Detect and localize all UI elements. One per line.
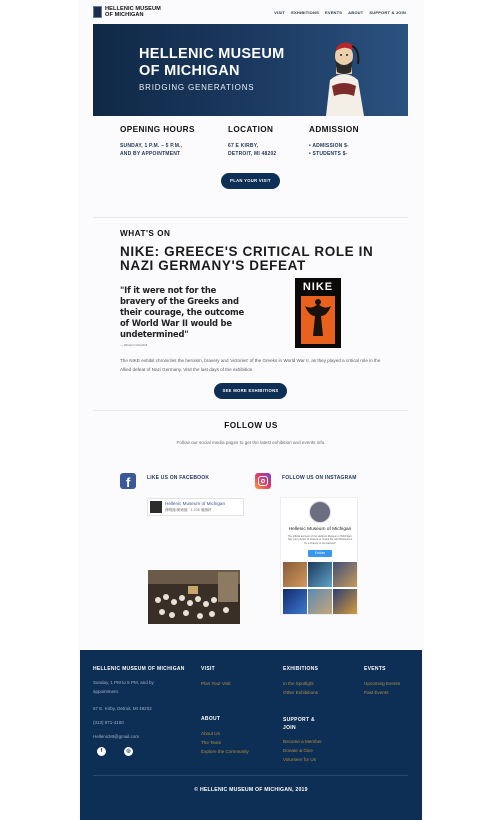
nike-exhibit-poster[interactable]: NIKE [295, 278, 341, 348]
footer-support-heading-line-1: SUPPORT & [283, 717, 315, 723]
opening-hours-line-2: AND BY APPOINTMENT [120, 150, 181, 157]
instagram-post-5[interactable] [308, 588, 332, 614]
footer-email[interactable]: HellenicMI@gmail.com [93, 731, 139, 743]
poster-figure-image [301, 296, 335, 344]
footer-hours: Sunday, 1 PM to 5 PM, and by appointment… [93, 680, 154, 694]
instagram-post-3[interactable] [333, 562, 357, 588]
facebook-label[interactable]: LIKE US ON FACEBOOK [147, 475, 209, 481]
footer-link-other-exhibitions[interactable]: Other Exhibitions [283, 688, 318, 697]
footer-support-heading-line-2: JOIN [283, 725, 296, 731]
follow-us-heading: FOLLOW US [224, 421, 278, 430]
footer-link-become-member[interactable]: Become a Member [283, 737, 322, 746]
facebook-icon[interactable]: f [120, 473, 136, 490]
instagram-post-2[interactable] [308, 562, 332, 588]
admission-line-1: • ADMISSION $- [309, 143, 349, 149]
footer-link-donate-give[interactable]: Donate & Give [283, 746, 313, 755]
instagram-post-1[interactable] [283, 562, 307, 588]
see-more-exhibitions-button[interactable]: SEE MORE EXHIBITIONS [214, 383, 287, 399]
logo-line-2: OF MICHIGAN [105, 12, 144, 18]
plan-your-visit-button[interactable]: PLAN YOUR VISIT [221, 173, 280, 189]
banner-subtitle: BRIDGING GENERATIONS [139, 83, 255, 92]
footer-link-plan-your-visit[interactable]: Plan Your Visit [201, 679, 231, 688]
opening-hours-heading: OPENING HOURS [120, 125, 195, 134]
footer-link-upcoming-events[interactable]: Upcoming Events [364, 679, 400, 688]
location-heading: LOCATION [228, 125, 274, 134]
footer-visit-heading: VISIT [201, 666, 216, 672]
exhibit-title[interactable]: NIKE: GREECE'S CRITICAL ROLE IN NAZI GER… [120, 245, 380, 273]
facebook-page-name: Hellenic Museum of Michigan [165, 501, 225, 506]
opening-hours-block: OPENING HOURS SUNDAY, 1 P.M. – 5 P.M., A… [120, 125, 195, 158]
section-divider [93, 410, 408, 411]
instagram-post-4[interactable] [283, 588, 307, 614]
site-logo[interactable]: HELLENIC MUSEUM OF MICHIGAN [93, 6, 161, 18]
follow-us-text: Follow our social media pages to get the… [176, 440, 326, 445]
footer-link-about-us[interactable]: About Us [201, 729, 220, 738]
instagram-post-6[interactable] [333, 588, 357, 614]
instagram-avatar [309, 501, 331, 523]
location-line-2: DETROIT, MI 48202 [228, 150, 277, 157]
footer-link-in-the-spotlight[interactable]: In the Spotlight [283, 679, 314, 688]
footer-link-volunteer[interactable]: Volunteer for Us [283, 755, 316, 764]
instagram-account-name: Hellenic Museum of Michigan [288, 527, 352, 532]
nav-about[interactable]: ABOUT [348, 10, 363, 15]
nav-exhibitions[interactable]: EXHIBITIONS [291, 10, 319, 15]
nav-support-join[interactable]: SUPPORT & JOIN [369, 10, 406, 15]
admission-block: ADMISSION • ADMISSION $- • STUDENTS $- [309, 125, 359, 158]
footer-exhibitions-heading: EXHIBITIONS [283, 666, 319, 672]
site-footer: HELLENIC MUSEUM OF MICHIGAN Sunday, 1 PM… [80, 650, 422, 820]
footer-link-the-team[interactable]: The Team [201, 738, 221, 747]
footer-phone: (313) 871-4100 [93, 720, 124, 725]
banner-title: HELLENIC MUSEUM OF MICHIGAN [139, 46, 284, 80]
footer-brand-heading: HELLENIC MUSEUM OF MICHIGAN [93, 666, 185, 672]
section-divider [93, 217, 408, 218]
location-line-1: 67 E KIRBY, [228, 143, 259, 149]
evzone-figure-illustration [326, 42, 364, 116]
logo-mark-icon [93, 6, 102, 18]
footer-copyright: © HELLENIC MUSEUM OF MICHIGAN, 2019 [194, 787, 308, 793]
site-header: HELLENIC MUSEUM OF MICHIGAN VISIT EXHIBI… [80, 0, 422, 24]
location-block: LOCATION 67 E KIRBY, DETROIT, MI 48202 [228, 125, 276, 158]
footer-divider [93, 775, 408, 776]
instagram-bio: The official account of the Hellenic Mus… [287, 535, 353, 545]
footer-about-heading: ABOUT [201, 716, 221, 722]
poster-title: NIKE [302, 281, 334, 293]
footer-link-explore-community[interactable]: Explore the Community [201, 747, 249, 756]
exhibit-description: The NIKE exhibit chronicles the heroism,… [120, 358, 381, 372]
whats-on-heading: WHAT'S ON [120, 229, 171, 238]
quote-attribution: — Winston Churchill [120, 343, 148, 347]
instagram-label[interactable]: FOLLOW US ON INSTAGRAM [282, 475, 357, 481]
opening-hours-line-1: SUNDAY, 1 P.M. – 5 P.M., [120, 143, 183, 149]
instagram-photo-grid [283, 562, 357, 614]
facebook-page-avatar [150, 501, 162, 513]
facebook-page-widget[interactable]: Hellenic Museum of Michigan 博物館/美術館 · 1,… [147, 498, 244, 516]
nav-events[interactable]: EVENTS [325, 10, 342, 15]
admission-heading: ADMISSION [309, 125, 359, 134]
facebook-cover-photo[interactable] [148, 570, 240, 624]
main-nav: VISIT EXHIBITIONS EVENTS ABOUT SUPPORT &… [274, 10, 406, 15]
footer-instagram-icon[interactable]: ◎ [124, 747, 133, 756]
footer-link-past-events[interactable]: Past Events [364, 688, 389, 697]
hero-banner: HELLENIC MUSEUM OF MICHIGAN BRIDGING GEN… [93, 24, 408, 116]
instagram-follow-button[interactable]: Follow [308, 550, 332, 557]
facebook-page-meta: 博物館/美術館 · 1,235 個讚好 [165, 508, 212, 512]
instagram-feed-widget[interactable]: Hellenic Museum of Michigan The official… [280, 497, 358, 615]
banner-title-line-1: HELLENIC MUSEUM [139, 46, 285, 62]
nav-visit[interactable]: VISIT [274, 10, 285, 15]
instagram-icon[interactable] [255, 473, 271, 489]
banner-title-line-2: OF MICHIGAN [139, 63, 240, 79]
footer-support-heading: SUPPORT & JOIN [283, 716, 315, 732]
admission-line-2: • STUDENTS $- [309, 150, 348, 157]
footer-facebook-icon[interactable]: f [97, 747, 106, 756]
page-container: HELLENIC MUSEUM OF MICHIGAN VISIT EXHIBI… [80, 0, 422, 820]
churchill-quote: "If it were not for the bravery of the G… [120, 285, 245, 339]
footer-address: 67 E. Kirby, Detroit, MI 48202 [93, 706, 152, 711]
footer-events-heading: EVENTS [364, 666, 386, 672]
